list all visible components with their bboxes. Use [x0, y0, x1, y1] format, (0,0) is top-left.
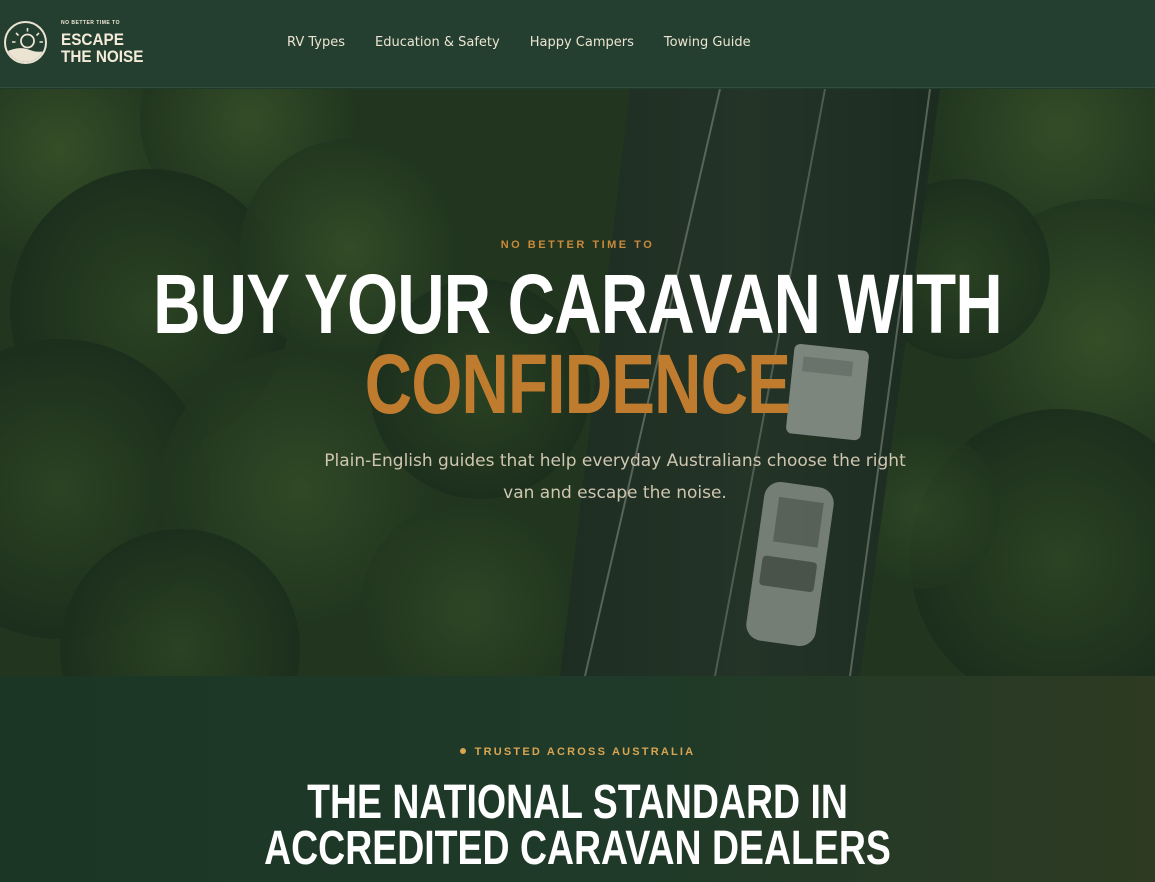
nav-link-towing-guide[interactable]: Towing Guide	[664, 34, 751, 52]
nav-link-rv-types[interactable]: RV Types	[287, 34, 345, 52]
site-logo[interactable]: NO BETTER TIME TO ESCAPE THE NOISE	[4, 20, 153, 65]
sun-horizon-icon	[4, 21, 47, 64]
main-nav: RV Types Education & Safety Happy Camper…	[287, 34, 751, 52]
trust-eyebrow-text: TRUSTED ACROSS AUSTRALIA	[474, 746, 696, 758]
hero-title-highlight: CONFIDENCE	[364, 337, 791, 431]
hero-title: BUY YOUR CARAVAN WITH CONFIDENCE	[0, 257, 1155, 431]
trust-eyebrow: TRUSTED ACROSS AUSTRALIA	[0, 746, 1155, 758]
nav-link-education-safety[interactable]: Education & Safety	[375, 34, 500, 52]
hero-section: NO BETTER TIME TO BUY YOUR CARAVAN WITH …	[0, 89, 1155, 676]
site-header: NO BETTER TIME TO ESCAPE THE NOISE RV Ty…	[0, 0, 1155, 88]
hero-title-line-1: BUY YOUR CARAVAN WITH	[153, 257, 1003, 351]
hero-eyebrow: NO BETTER TIME TO	[500, 239, 655, 251]
nav-link-happy-campers[interactable]: Happy Campers	[530, 34, 634, 52]
trust-title-line-2: ACCREDITED CARAVAN DEALERS	[264, 822, 891, 875]
logo-line-2: THE NOISE	[61, 47, 144, 66]
trust-title-line-1: THE NATIONAL STANDARD IN	[307, 776, 848, 829]
bullet-dot-icon	[459, 748, 466, 755]
trust-section: TRUSTED ACROSS AUSTRALIA THE NATIONAL ST…	[0, 676, 1155, 882]
hero-subtitle: Plain-English guides that help everyday …	[324, 451, 906, 503]
trust-title: THE NATIONAL STANDARD IN ACCREDITED CARA…	[0, 776, 1155, 875]
logo-text: NO BETTER TIME TO ESCAPE THE NOISE	[61, 20, 153, 65]
logo-tagline: NO BETTER TIME TO	[61, 20, 120, 26]
logo-line-1: ESCAPE	[61, 30, 124, 49]
